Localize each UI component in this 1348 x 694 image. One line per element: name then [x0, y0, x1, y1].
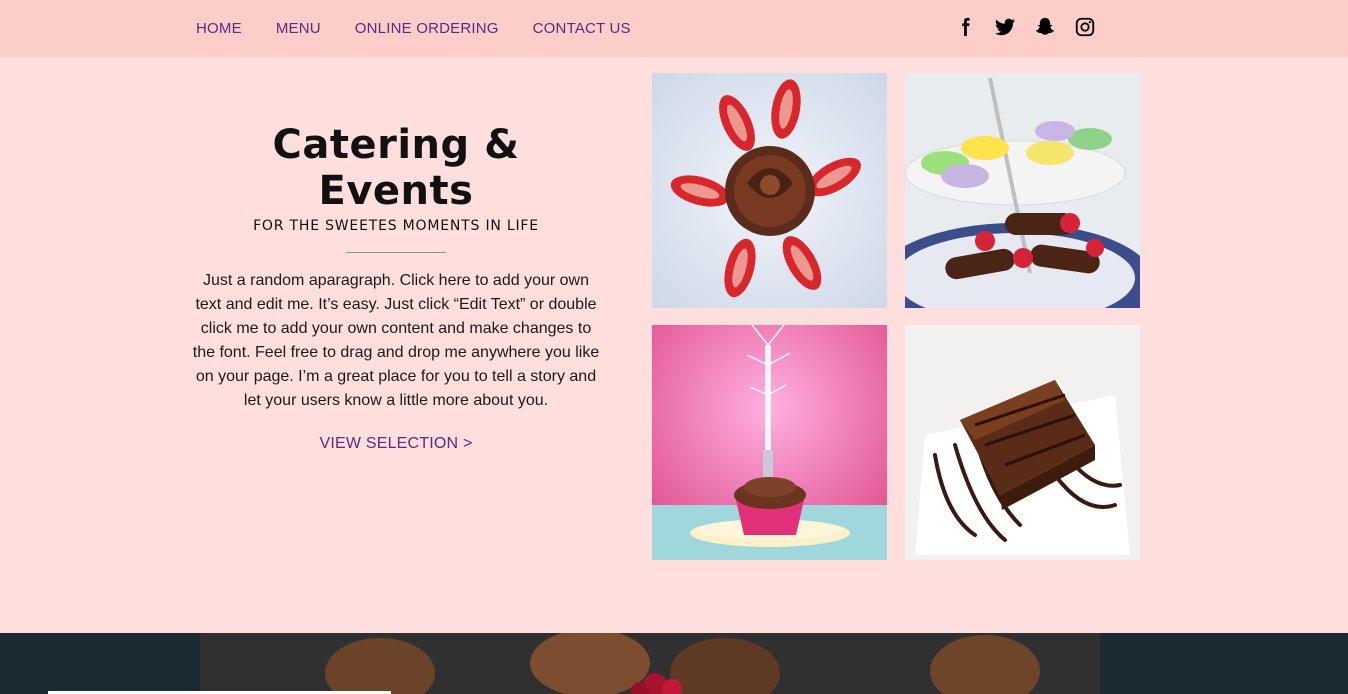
facebook-icon[interactable] — [954, 16, 976, 38]
site-header: HOME MENU ONLINE ORDERING CONTACT US — [0, 0, 1348, 57]
sparkler-cupcake-photo[interactable] — [652, 325, 887, 560]
nav-contact-us[interactable]: CONTACT US — [533, 20, 631, 37]
twitter-icon[interactable] — [994, 16, 1016, 38]
snapchat-icon[interactable] — [1034, 16, 1056, 38]
view-selection-link[interactable]: VIEW SELECTION > — [319, 435, 472, 453]
hero-paragraph: Just a random aparagraph. Click here to … — [192, 272, 600, 409]
page-title: Catering & Events — [272, 122, 520, 214]
nav-online-ordering[interactable]: ONLINE ORDERING — [355, 20, 499, 37]
nav-menu[interactable]: MENU — [276, 20, 321, 37]
main-nav: HOME MENU ONLINE ORDERING CONTACT US — [196, 20, 665, 37]
macarons-eclairs-photo[interactable] — [905, 73, 1140, 308]
truffles-banner-image — [0, 633, 1348, 694]
divider — [346, 252, 446, 253]
cupcake-strawberries-photo[interactable] — [652, 73, 887, 308]
page-subtitle: FOR THE SWEETES MOMENTS IN LIFE — [253, 218, 539, 234]
social-links — [954, 16, 1096, 38]
chocolate-brownie-photo[interactable] — [905, 325, 1140, 560]
hero-text-block: Catering & Events FOR THE SWEETES MOMENT… — [190, 122, 602, 453]
instagram-icon[interactable] — [1074, 16, 1096, 38]
nav-home[interactable]: HOME — [196, 20, 242, 37]
